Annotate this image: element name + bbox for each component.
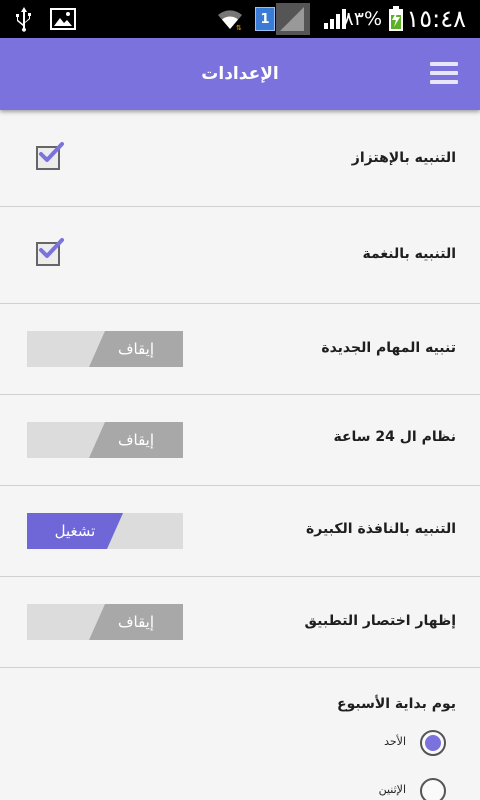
sim-icon: 1 <box>255 0 275 38</box>
sim-badge: 1 <box>255 7 275 31</box>
setting-row-vibrate[interactable]: التنبيه بالإهتزاز <box>0 110 480 207</box>
radio-option-monday[interactable]: الإثنين <box>379 778 446 800</box>
hamburger-menu-icon[interactable] <box>430 60 458 88</box>
toggle-state-label: إيقاف <box>89 604 183 640</box>
radio-button[interactable] <box>420 730 446 756</box>
sound-checkbox[interactable] <box>36 238 64 266</box>
shortcut-label: إظهار اختصار التطبيق <box>304 613 456 629</box>
radio-button[interactable] <box>420 778 446 800</box>
vibrate-label: التنبيه بالإهتزاز <box>351 150 456 166</box>
new-tasks-label: تنبيه المهام الجديدة <box>321 340 456 356</box>
shortcut-toggle[interactable]: إيقاف <box>27 604 183 640</box>
radio-option-sunday[interactable]: الأحد <box>384 730 446 756</box>
settings-list: التنبيه بالإهتزاز التنبيه بالنغمة إيقاف … <box>0 110 480 800</box>
action-bar: الإعدادات <box>0 38 480 110</box>
svg-text:⇅: ⇅ <box>236 24 242 31</box>
big-window-toggle[interactable]: تشغيل <box>27 513 183 549</box>
battery-charging-icon <box>388 0 404 38</box>
setting-row-new-tasks[interactable]: إيقاف تنبيه المهام الجديدة <box>0 304 480 395</box>
page-title: الإعدادات <box>201 64 279 84</box>
clock24-toggle[interactable]: إيقاف <box>27 422 183 458</box>
toggle-state-label: إيقاف <box>89 331 183 367</box>
setting-row-big-window[interactable]: تشغيل التنبيه بالنافذة الكبيرة <box>0 486 480 577</box>
new-tasks-toggle[interactable]: إيقاف <box>27 331 183 367</box>
sound-label: التنبيه بالنغمة <box>362 246 456 262</box>
vibrate-checkbox[interactable] <box>36 142 64 170</box>
signal-placeholder-icon <box>276 0 310 38</box>
toggle-state-label: تشغيل <box>27 513 123 549</box>
big-window-label: التنبيه بالنافذة الكبيرة <box>305 521 456 537</box>
status-bar: ⇅ 1 ٨٣% ١٥:٤٨ <box>0 0 480 38</box>
checkmark-icon <box>39 238 64 258</box>
battery-percent: ٨٣% <box>343 8 382 30</box>
picture-icon <box>50 0 76 38</box>
setting-row-shortcut[interactable]: إيقاف إظهار اختصار التطبيق <box>0 577 480 668</box>
week-start-label: يوم بداية الأسبوع <box>337 696 456 712</box>
toggle-state-label: إيقاف <box>89 422 183 458</box>
checkmark-icon <box>39 142 64 162</box>
wifi-icon: ⇅ <box>216 0 244 38</box>
radio-option-label: الإثنين <box>378 783 406 796</box>
usb-icon <box>14 0 34 38</box>
radio-option-label: الأحد <box>384 735 406 748</box>
clock24-label: نظام ال 24 ساعة <box>333 429 456 445</box>
setting-row-sound[interactable]: التنبيه بالنغمة <box>0 207 480 304</box>
setting-row-24h[interactable]: إيقاف نظام ال 24 ساعة <box>0 395 480 486</box>
setting-group-week-start: يوم بداية الأسبوع الأحد الإثنين <box>0 668 480 800</box>
clock: ١٥:٤٨ <box>406 5 466 33</box>
